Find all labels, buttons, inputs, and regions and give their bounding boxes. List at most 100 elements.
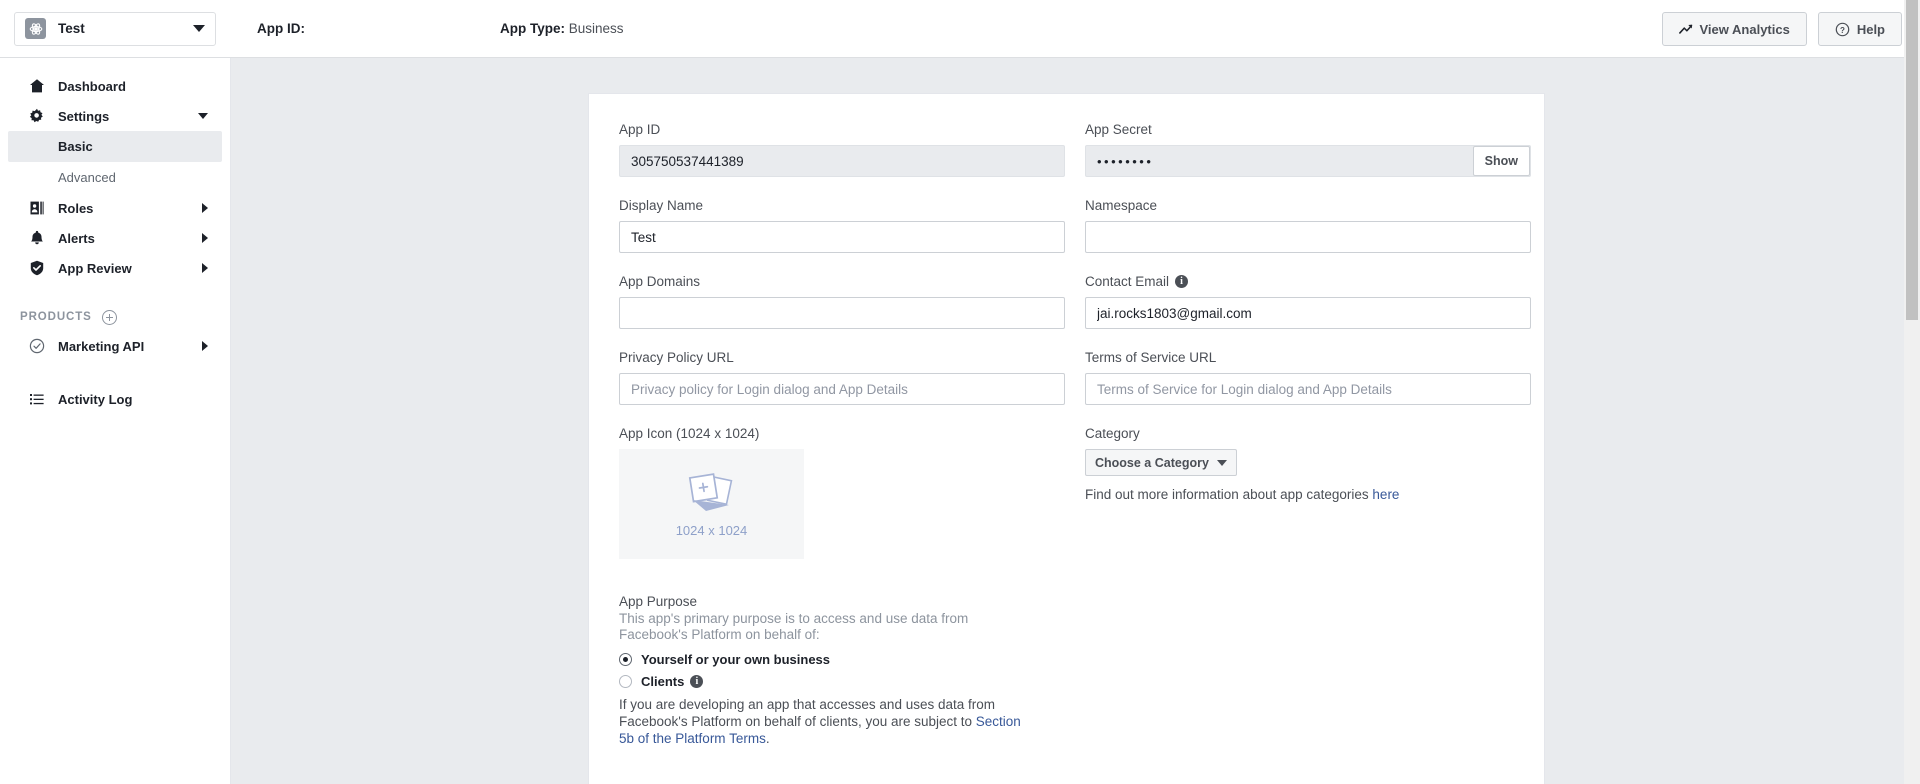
show-app-secret-button[interactable]: Show	[1472, 146, 1530, 176]
radio-self-label: Yourself or your own business	[641, 652, 831, 668]
app-icon-dimensions-text: 1024 x 1024	[675, 522, 748, 538]
app-atom-icon	[25, 18, 46, 39]
label-app-id: App ID	[619, 122, 661, 137]
label-terms-of-service-url: Terms of Service URL	[1085, 350, 1217, 365]
form-col-left-4: Privacy Policy URL	[619, 350, 1065, 426]
shield-check-icon	[28, 259, 46, 277]
namespace-input[interactable]	[1085, 221, 1531, 253]
sidebar-label-roles: Roles	[58, 200, 94, 216]
products-section-header: PRODUCTS	[0, 303, 230, 331]
app-id-input[interactable]	[619, 145, 1065, 177]
sidebar-label-dashboard: Dashboard	[58, 78, 126, 94]
sidebar-item-settings[interactable]: Settings	[8, 101, 222, 131]
label-app-domains: App Domains	[619, 274, 701, 289]
terms-of-service-url-input[interactable]	[1085, 373, 1531, 405]
question-circle-icon: ?	[1835, 22, 1850, 36]
sidebar-label-settings: Settings	[58, 108, 110, 124]
basic-settings-card: App ID App Secret •••••••• Show Display …	[588, 93, 1545, 784]
app-secret-value: ••••••••	[1085, 145, 1531, 177]
topbar-app-id: App ID:	[257, 21, 305, 36]
radio-option-clients[interactable]: Clients i	[619, 672, 1514, 692]
display-name-input[interactable]	[619, 221, 1065, 253]
privacy-policy-url-input[interactable]	[619, 373, 1065, 405]
label-privacy-policy-url: Privacy Policy URL	[619, 350, 734, 365]
radio-clients-text: Clients	[641, 674, 685, 690]
topbar-app-type-value: Business	[568, 21, 624, 36]
label-category: Category	[1085, 426, 1140, 441]
app-purpose-footnote: If you are developing an app that access…	[619, 696, 1039, 747]
sidebar-item-activity-log[interactable]: Activity Log	[8, 384, 222, 414]
field-privacy-policy-url: Privacy Policy URL	[619, 350, 1065, 405]
app-purpose-footnote-suffix: .	[765, 730, 770, 746]
app-icon-upload-dropzone[interactable]: 1024 x 1024	[619, 449, 804, 559]
list-icon	[28, 390, 46, 408]
products-label: PRODUCTS	[20, 311, 92, 323]
chevron-right-icon	[202, 263, 208, 273]
chevron-down-icon	[193, 25, 205, 32]
sidebar: Dashboard Settings Basic Advanced Roles	[0, 58, 231, 784]
app-selector-name: Test	[58, 21, 85, 36]
topbar-app-id-label: App ID:	[257, 21, 305, 36]
sidebar-item-advanced[interactable]: Advanced	[8, 162, 222, 193]
home-icon	[28, 77, 46, 95]
app-domains-input[interactable]	[619, 297, 1065, 329]
form-col-left-1: App ID	[619, 122, 1065, 198]
section-app-purpose: App Purpose This app's primary purpose i…	[619, 594, 1514, 747]
label-namespace: Namespace	[1085, 198, 1158, 213]
field-app-domains: App Domains	[619, 274, 1065, 329]
contact-email-input[interactable]	[1085, 297, 1531, 329]
add-product-icon[interactable]	[101, 309, 117, 325]
field-namespace: Namespace	[1085, 198, 1531, 253]
form-row-urls: Privacy Policy URL Terms of Service URL	[619, 350, 1531, 426]
field-app-icon: App Icon (1024 x 1024) 1024 x 1024	[619, 426, 1065, 559]
form-col-right-2: Namespace	[1085, 198, 1531, 274]
sidebar-item-dashboard[interactable]: Dashboard	[8, 71, 222, 101]
app-purpose-description: This app's primary purpose is to access …	[619, 611, 969, 643]
label-contact-email: Contact Email i	[1085, 274, 1531, 289]
info-icon[interactable]: i	[690, 675, 704, 689]
category-help-link[interactable]: here	[1372, 487, 1399, 502]
roles-icon	[28, 199, 46, 217]
svg-text:?: ?	[1840, 25, 1845, 34]
field-app-id: App ID	[619, 122, 1065, 177]
category-dropdown[interactable]: Choose a Category	[1085, 449, 1237, 476]
sidebar-item-basic[interactable]: Basic	[8, 131, 222, 162]
radio-clients-input[interactable]	[619, 675, 632, 689]
trend-up-icon	[1678, 24, 1692, 34]
topbar-actions: View Analytics ? Help	[1661, 12, 1902, 46]
app-purpose-footnote-text: If you are developing an app that access…	[619, 696, 995, 729]
form-row-domains: App Domains Contact Email i	[619, 274, 1531, 350]
radio-self-input[interactable]	[619, 653, 632, 667]
help-button[interactable]: ? Help	[1817, 12, 1902, 46]
form-col-left-5: App Icon (1024 x 1024) 1024 x 1024	[619, 426, 1065, 580]
sidebar-label-advanced: Advanced	[58, 170, 116, 185]
chevron-down-icon	[198, 113, 208, 119]
label-app-secret: App Secret	[1085, 122, 1152, 137]
app-purpose-title: App Purpose	[619, 594, 698, 609]
form-col-right-3: Contact Email i	[1085, 274, 1531, 350]
gear-icon	[28, 107, 46, 125]
sidebar-item-app-review[interactable]: App Review	[8, 253, 222, 283]
sidebar-item-roles[interactable]: Roles	[8, 193, 222, 223]
sidebar-item-marketing-api[interactable]: Marketing API	[8, 331, 222, 361]
topbar-app-type: App Type: Business	[500, 21, 624, 36]
form-col-left-3: App Domains	[619, 274, 1065, 350]
info-icon[interactable]: i	[1175, 275, 1189, 288]
label-app-icon: App Icon (1024 x 1024)	[619, 426, 760, 441]
view-analytics-button[interactable]: View Analytics	[1661, 12, 1807, 46]
page-scrollbar[interactable]	[1904, 0, 1920, 784]
field-app-secret: App Secret •••••••• Show	[1085, 122, 1531, 177]
form-col-left-2: Display Name	[619, 198, 1065, 274]
app-selector-dropdown[interactable]: Test	[14, 11, 216, 46]
form-col-right-4: Terms of Service URL	[1085, 350, 1531, 426]
topbar-app-type-label: App Type:	[500, 21, 565, 36]
scrollbar-thumb[interactable]	[1906, 0, 1918, 320]
sidebar-item-alerts[interactable]: Alerts	[8, 223, 222, 253]
form-row-icon-category: App Icon (1024 x 1024) 1024 x 1024 Categ…	[619, 426, 1514, 580]
form-row-ids: App ID App Secret •••••••• Show	[619, 122, 1531, 198]
category-note: Find out more information about app cate…	[1085, 487, 1531, 502]
check-circle-icon	[28, 337, 46, 355]
radio-clients-label: Clients i	[641, 674, 704, 690]
radio-option-self[interactable]: Yourself or your own business	[619, 650, 1514, 670]
category-selected-value: Choose a Category	[1095, 455, 1209, 470]
